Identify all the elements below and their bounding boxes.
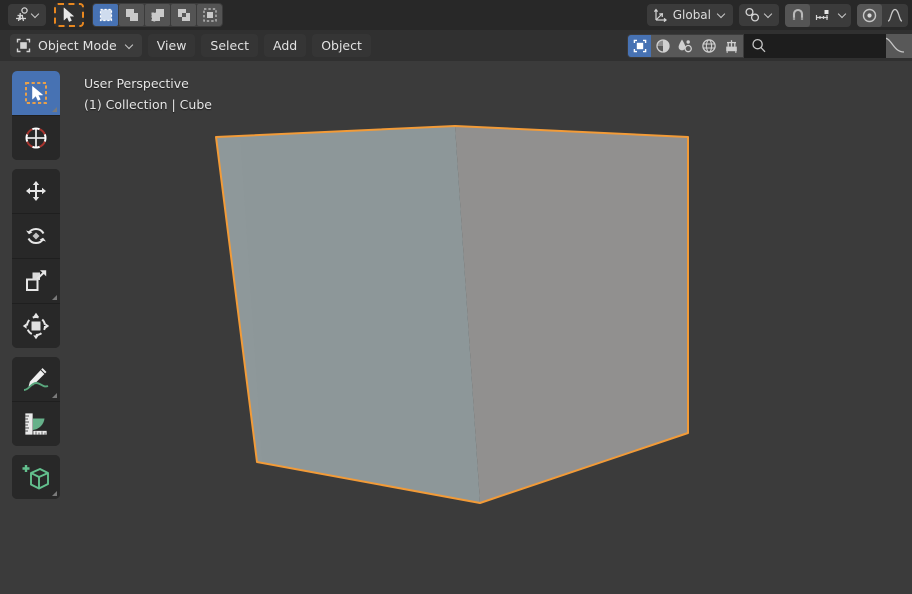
rotate-icon: [26, 228, 46, 244]
transform-orientation-selector[interactable]: Global: [646, 4, 733, 26]
shading-mode-group: [627, 33, 744, 58]
shading-material-preview-button[interactable]: [674, 34, 697, 57]
tool-scale[interactable]: [12, 258, 60, 303]
menu-object[interactable]: Object: [312, 34, 371, 57]
header-left-group: Object Mode View Select Add Object: [0, 34, 371, 57]
falloff-curve-icon: [886, 37, 905, 53]
viewport-toolbar: [12, 71, 60, 508]
annotate-pencil-icon: [23, 367, 49, 391]
header-right-edge-button[interactable]: [886, 33, 912, 58]
chevron-down-icon: [125, 41, 135, 51]
shading-wireframe-icon: [633, 39, 646, 52]
select-subtract-icon-button[interactable]: [145, 4, 170, 26]
tool-cursor[interactable]: [12, 115, 60, 160]
measure-ruler-icon: [24, 412, 48, 436]
topbar-right-group: Global: [646, 3, 912, 27]
transform-orientation-value: Global: [672, 8, 711, 22]
object-mode-icon: [15, 37, 32, 54]
pivot-median-point-icon: [744, 7, 761, 23]
chevron-down-icon: [31, 10, 41, 20]
proportional-edit-icon: [862, 8, 877, 22]
add-cube-icon: [22, 465, 49, 490]
shading-material-preview-icon: [678, 39, 692, 52]
shading-solid-button[interactable]: [651, 34, 674, 57]
header-right-group: [627, 33, 912, 58]
proportional-edit-group: [857, 3, 908, 27]
menu-add[interactable]: Add: [263, 34, 307, 57]
chevron-down-icon: [764, 10, 774, 20]
toolbar-group-add: [12, 455, 60, 499]
smooth-falloff-curve-icon: [887, 8, 903, 22]
topbar-left-group: [0, 3, 223, 27]
3d-cursor-icon: [25, 127, 47, 149]
select-extend-icon-button[interactable]: [119, 4, 144, 26]
toolbar-group-transform: [12, 169, 60, 348]
interaction-mode-label: Object Mode: [38, 38, 117, 53]
topbar: Global: [0, 0, 912, 30]
blender-window: Global Object Mode View Select Add Objec…: [0, 0, 912, 594]
chevron-down-icon: [717, 10, 727, 20]
toolbar-group-annotate: [12, 357, 60, 446]
move-arrows-icon: [26, 181, 46, 201]
falloff-curve-icon-button[interactable]: [882, 4, 908, 27]
select-invert-icon-button[interactable]: [171, 4, 196, 26]
magnet-icon-button[interactable]: [785, 3, 810, 27]
tool-move[interactable]: [12, 169, 60, 213]
shading-wireframe-button[interactable]: [628, 34, 651, 57]
3d-viewport-icon: [13, 6, 31, 24]
cursor-arrow-box-icon: [25, 82, 47, 104]
interaction-mode-selector[interactable]: Object Mode: [10, 34, 142, 57]
viewport-canvas: [215, 125, 689, 504]
snap-increment-icon-button[interactable]: [810, 4, 835, 27]
cursor-arrow-icon: [63, 7, 74, 22]
shading-rendered-button[interactable]: [697, 34, 720, 57]
magnet-icon: [792, 8, 803, 20]
menu-select[interactable]: Select: [201, 34, 258, 57]
snap-increment-icon: [815, 10, 829, 20]
tool-tweak[interactable]: [12, 71, 60, 115]
chevron-down-icon: [838, 10, 848, 20]
scale-icon: [26, 270, 47, 291]
select-box-icon-button[interactable]: [93, 4, 118, 26]
tool-annotate[interactable]: [12, 357, 60, 401]
viewport-overlays-icon: [726, 39, 737, 53]
editor-type-selector[interactable]: [8, 4, 46, 26]
search-input[interactable]: [744, 33, 886, 58]
tool-rotate[interactable]: [12, 213, 60, 258]
viewport-header: Object Mode View Select Add Object: [0, 30, 912, 61]
snapping-options-chevron[interactable]: [835, 4, 851, 27]
tool-transform[interactable]: [12, 303, 60, 348]
pivot-point-selector[interactable]: [739, 4, 779, 26]
shading-rendered-icon: [701, 38, 716, 53]
tweak-tool-button[interactable]: [54, 3, 84, 27]
cube-right-face: [455, 126, 688, 503]
viewport-overlays-button[interactable]: [720, 34, 743, 57]
shading-solid-icon: [655, 38, 670, 53]
transform-icon: [22, 312, 50, 340]
tool-measure[interactable]: [12, 401, 60, 446]
select-intersect-icon-button[interactable]: [197, 4, 222, 26]
search-icon: [750, 37, 768, 55]
tool-add-cube[interactable]: [12, 455, 60, 499]
snapping-group: [785, 3, 851, 27]
orientation-axes-icon: [653, 7, 669, 23]
toolbar-group-select: [12, 71, 60, 160]
3d-viewport[interactable]: User Perspective (1) Collection | Cube: [0, 61, 912, 594]
menu-view[interactable]: View: [147, 34, 196, 57]
select-mode-group: [92, 3, 223, 27]
proportional-edit-icon-button[interactable]: [857, 3, 882, 27]
